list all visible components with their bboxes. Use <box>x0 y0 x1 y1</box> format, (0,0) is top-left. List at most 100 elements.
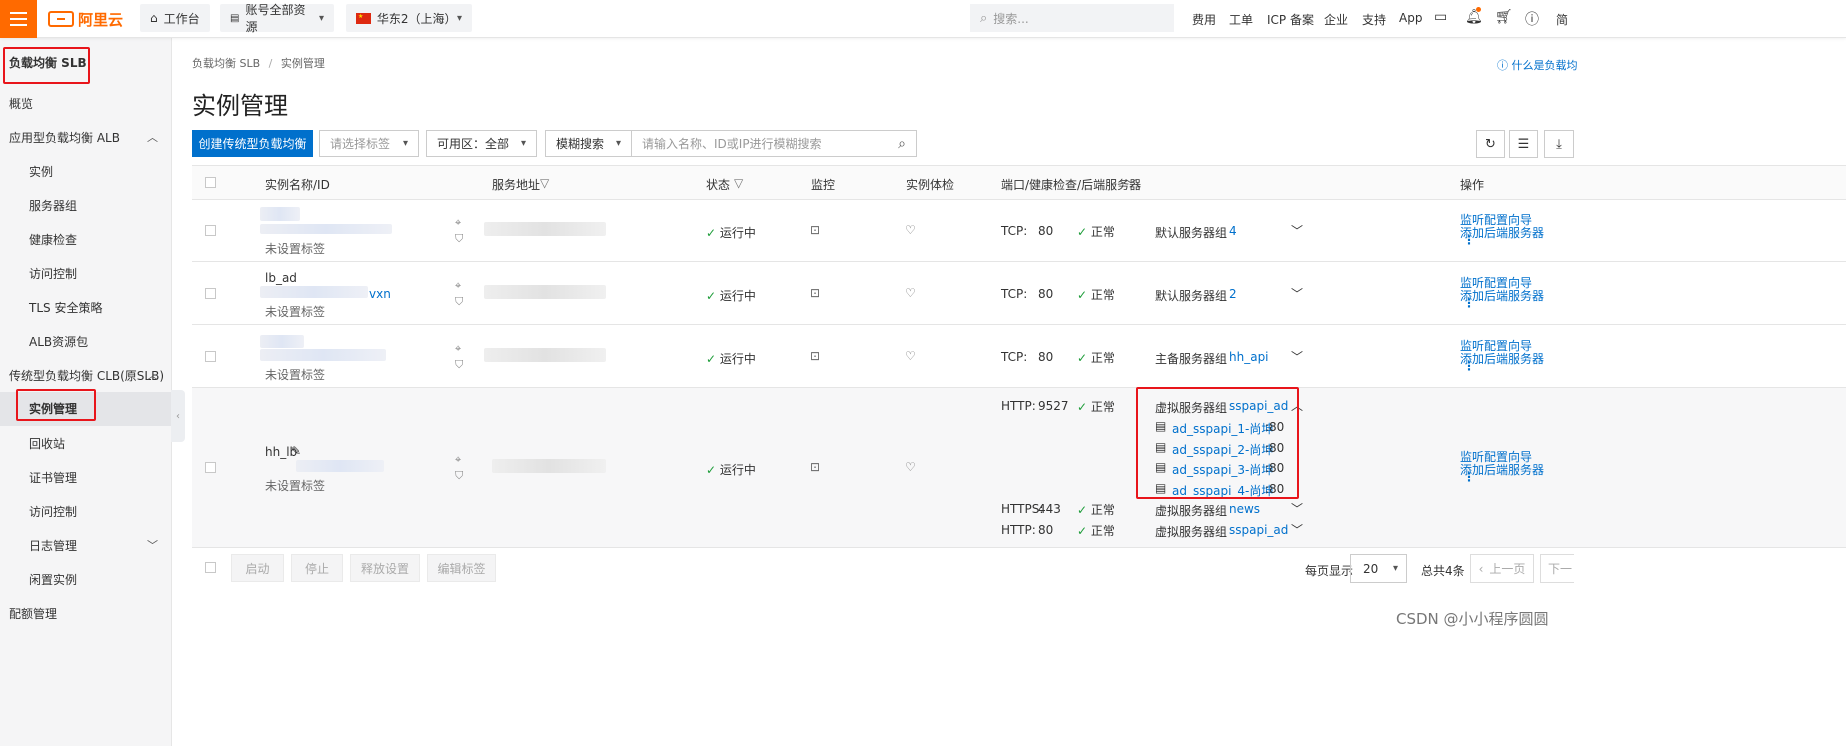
search-icon[interactable]: ⌕ <box>898 136 906 152</box>
instance-id-link[interactable]: vxn <box>369 287 391 301</box>
filter-icon[interactable]: ▽ <box>734 176 743 190</box>
sidebar-item-server-groups[interactable]: 服务器组 <box>0 197 172 214</box>
zone-select[interactable]: 可用区：全部 ▾ <box>426 130 537 157</box>
chevron-down-icon: ▾ <box>318 12 324 24</box>
tag-select[interactable]: 请选择标签 ▾ <box>319 130 419 157</box>
server-group-link[interactable]: news <box>1229 502 1260 516</box>
instance-tag[interactable]: 未设置标签 <box>265 240 325 257</box>
health-check-icon[interactable]: ♡ <box>905 349 916 363</box>
row-divider <box>192 547 1846 548</box>
listener-protocol: TCP: <box>1001 350 1028 364</box>
region-selector[interactable]: ★ 华东2（上海） ▾ <box>346 4 472 32</box>
aliyun-logo[interactable]: 阿里云 <box>48 8 123 30</box>
health-status: ✓ 正常 <box>1077 286 1115 303</box>
sidebar-item-health-check[interactable]: 健康检查 <box>0 231 172 248</box>
start-button[interactable]: 启动 <box>231 554 284 582</box>
stop-button[interactable]: 停止 <box>291 554 343 582</box>
monitor-icon[interactable]: ⊡ <box>810 349 820 363</box>
more-actions-icon[interactable]: ⋮ <box>1463 359 1475 373</box>
terminal-icon[interactable]: ▭ <box>1434 9 1447 25</box>
nav-link-icp[interactable]: ICP 备案 <box>1267 11 1314 28</box>
sidebar-item-certificates[interactable]: 证书管理 <box>0 469 172 486</box>
instance-tag[interactable]: 未设置标签 <box>265 477 325 494</box>
filter-icon[interactable]: ▽ <box>540 176 549 190</box>
chevron-down-icon[interactable]: ﹀ <box>1291 222 1303 239</box>
chevron-down-icon[interactable]: ﹀ <box>1291 285 1303 302</box>
refresh-icon[interactable]: ↻ <box>1476 130 1505 158</box>
sidebar-item-alb-packages[interactable]: ALB资源包 <box>0 333 172 350</box>
sidebar-group-alb[interactable]: 应用型负载均衡 ALB ︿ <box>0 129 172 146</box>
monitor-icon[interactable]: ⊡ <box>810 460 820 474</box>
prev-page-button[interactable]: ‹ 上一页 <box>1470 554 1534 583</box>
workbench-button[interactable]: ⌂ 工作台 <box>140 4 210 32</box>
instance-tag[interactable]: 未设置标签 <box>265 303 325 320</box>
sidebar-item-logs[interactable]: 日志管理 ﹀ <box>0 537 172 554</box>
more-actions-icon[interactable]: ⋮ <box>1463 296 1475 310</box>
search-mode-select[interactable]: 模糊搜索 ▾ <box>545 130 632 157</box>
nav-link-fees[interactable]: 费用 <box>1192 11 1216 28</box>
select-all-checkbox-footer[interactable] <box>205 562 216 573</box>
nav-link-tickets[interactable]: 工单 <box>1229 11 1253 28</box>
edit-tags-button[interactable]: 编辑标签 <box>427 554 496 582</box>
chevron-down-icon[interactable]: ﹀ <box>1291 348 1303 365</box>
more-actions-icon[interactable]: ⋮ <box>1463 470 1475 484</box>
download-icon[interactable]: ⤓ <box>1544 130 1574 158</box>
sidebar-collapse-handle[interactable]: ‹ <box>171 390 185 442</box>
language-switch[interactable]: 简 <box>1556 11 1568 28</box>
per-page-value: 20 <box>1363 561 1379 576</box>
per-page-select[interactable]: 20 ▾ <box>1350 554 1407 583</box>
check-icon: ✓ <box>1077 225 1088 239</box>
chevron-down-icon[interactable]: ﹀ <box>1291 521 1303 538</box>
nav-link-app[interactable]: App <box>1399 11 1422 25</box>
edit-name-icon[interactable]: ✎ <box>291 444 301 458</box>
listener-protocol: HTTP: <box>1001 523 1036 537</box>
server-group-link[interactable]: 4 <box>1229 224 1237 238</box>
sidebar-item-tls-policy[interactable]: TLS 安全策略 <box>0 299 172 316</box>
chevron-down-icon[interactable]: ﹀ <box>1125 176 1137 193</box>
row-divider <box>192 261 1846 262</box>
row-divider <box>192 199 1846 200</box>
breadcrumb-root[interactable]: 负载均衡 SLB <box>192 57 260 70</box>
next-page-button[interactable]: 下一 <box>1540 554 1574 583</box>
health-status-text: 正常 <box>1090 400 1115 414</box>
sidebar-item-clb-access-control[interactable]: 访问控制 <box>0 503 172 520</box>
server-group-link[interactable]: sspapi_ad <box>1229 523 1288 537</box>
sidebar-item-recycle-bin[interactable]: 回收站 <box>0 435 172 452</box>
more-actions-icon[interactable]: ⋮ <box>1463 233 1475 247</box>
monitor-icon[interactable]: ⊡ <box>810 223 820 237</box>
check-icon: ✓ <box>706 226 717 240</box>
help-icon[interactable]: ⓘ <box>1525 9 1539 29</box>
sidebar-item-alb-instances[interactable]: 实例 <box>0 163 172 180</box>
sidebar-item-idle-instances[interactable]: 闲置实例 <box>0 571 172 588</box>
monitor-icon[interactable]: ⊡ <box>810 286 820 300</box>
instance-search-input[interactable]: 请输入名称、ID或IP进行模糊搜索 ⌕ <box>631 130 917 157</box>
chevron-down-icon: ﹀ <box>147 539 158 552</box>
row-checkbox[interactable] <box>205 288 216 299</box>
select-all-checkbox[interactable] <box>205 177 216 188</box>
account-resources-dropdown[interactable]: ▤ 账号全部资源 ▾ <box>220 3 334 34</box>
health-check-icon[interactable]: ♡ <box>905 223 916 237</box>
nav-link-enterprise[interactable]: 企业 <box>1324 11 1348 28</box>
row-checkbox[interactable] <box>205 462 216 473</box>
server-group-link[interactable]: 2 <box>1229 287 1237 301</box>
global-search-input[interactable]: ⌕ 搜索... <box>970 4 1174 32</box>
nav-link-support[interactable]: 支持 <box>1362 11 1386 28</box>
redacted-instance-id <box>260 349 386 361</box>
row-checkbox[interactable] <box>205 225 216 236</box>
chevron-down-icon[interactable]: ﹀ <box>1291 500 1303 517</box>
sidebar-group-clb[interactable]: 传统型负载均衡 CLB(原SLB) ︿ <box>0 367 172 384</box>
health-check-icon[interactable]: ♡ <box>905 460 916 474</box>
column-settings-icon[interactable]: ☰ <box>1509 130 1538 158</box>
sidebar-item-access-control[interactable]: 访问控制 <box>0 265 172 282</box>
sidebar-item-overview[interactable]: 概览 <box>0 95 172 112</box>
cart-icon[interactable]: 🛒︎ <box>1495 9 1513 25</box>
create-clb-button[interactable]: 创建传统型负载均衡 <box>192 130 313 157</box>
instance-tag[interactable]: 未设置标签 <box>265 366 325 383</box>
hamburger-menu-icon[interactable] <box>0 0 37 38</box>
sidebar-item-quota[interactable]: 配额管理 <box>0 605 172 622</box>
release-settings-button[interactable]: 释放设置 <box>350 554 420 582</box>
health-check-icon[interactable]: ♡ <box>905 286 916 300</box>
help-link[interactable]: ⓘ 什么是负载均 <box>1497 57 1578 73</box>
row-checkbox[interactable] <box>205 351 216 362</box>
server-group-link[interactable]: hh_api <box>1229 350 1269 364</box>
